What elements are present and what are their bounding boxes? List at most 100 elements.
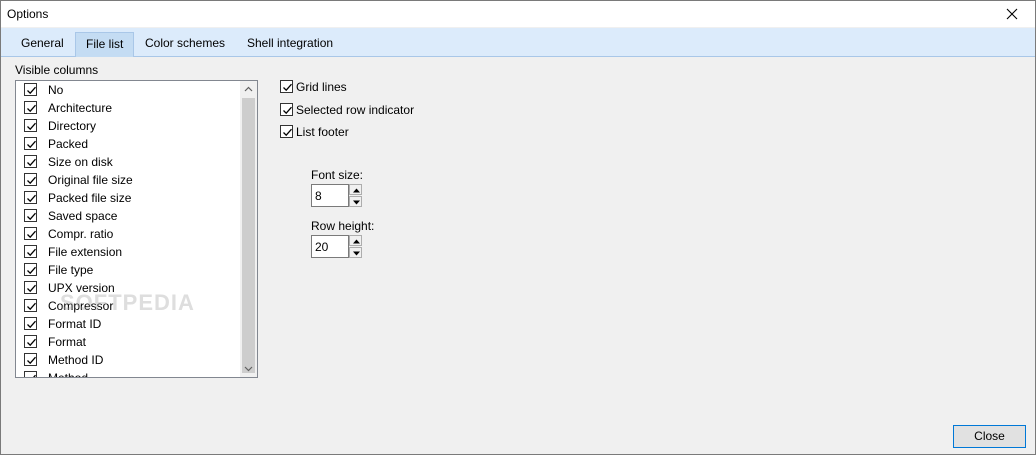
chevron-down-icon — [244, 366, 253, 372]
column-label: Saved space — [48, 209, 118, 223]
column-label: Directory — [48, 119, 97, 133]
row-height-increment[interactable] — [349, 235, 362, 246]
list-item[interactable]: No — [16, 81, 241, 99]
column-checkbox[interactable] — [24, 299, 37, 312]
column-label: Method ID — [48, 353, 104, 367]
list-item[interactable]: Saved space — [16, 207, 241, 225]
column-checkbox[interactable] — [24, 281, 37, 294]
column-label: Method — [48, 371, 88, 377]
column-label: Compr. ratio — [48, 227, 114, 241]
checkmark-icon — [27, 266, 36, 275]
tab-bar: General File list Color schemes Shell in… — [1, 28, 1035, 57]
column-checkbox[interactable] — [24, 101, 37, 114]
scroll-down-button[interactable] — [240, 360, 257, 377]
checkmark-icon — [27, 104, 36, 113]
column-checkbox[interactable] — [24, 173, 37, 186]
checkmark-icon — [27, 212, 36, 221]
column-checkbox[interactable] — [24, 371, 37, 377]
visible-columns-label: Visible columns — [15, 63, 99, 77]
column-checkbox[interactable] — [24, 137, 37, 150]
checkmark-icon — [27, 338, 36, 347]
column-label: Original file size — [48, 173, 133, 187]
column-checkbox[interactable] — [24, 209, 37, 222]
checkmark-icon — [27, 320, 36, 329]
font-size-input[interactable]: 8 — [311, 184, 349, 207]
tab-color-schemes[interactable]: Color schemes — [135, 32, 235, 57]
list-item[interactable]: File type — [16, 261, 241, 279]
row-height-decrement[interactable] — [349, 247, 362, 258]
checkmark-icon — [27, 248, 36, 257]
tab-file-list[interactable]: File list — [75, 32, 135, 57]
close-button[interactable]: Close — [953, 425, 1026, 448]
chevron-up-icon — [244, 86, 253, 92]
list-item[interactable]: Packed file size — [16, 189, 241, 207]
arrow-up-icon — [353, 239, 360, 244]
checkmark-icon — [27, 356, 36, 365]
selected-row-indicator-checkbox[interactable] — [280, 103, 293, 116]
list-footer-label: List footer — [296, 125, 349, 139]
column-label: Size on disk — [48, 155, 113, 169]
window-title: Options — [7, 7, 49, 21]
row-height-label: Row height: — [311, 219, 375, 233]
list-footer-checkbox[interactable] — [280, 125, 293, 138]
column-checkbox[interactable] — [24, 263, 37, 276]
window-close-button[interactable] — [989, 1, 1035, 27]
grid-lines-checkbox[interactable] — [280, 80, 293, 93]
list-item[interactable]: File extension — [16, 243, 241, 261]
column-label: Packed file size — [48, 191, 132, 205]
checkmark-icon — [27, 194, 36, 203]
column-checkbox[interactable] — [24, 83, 37, 96]
checkmark-icon — [27, 302, 36, 311]
column-checkbox[interactable] — [24, 227, 37, 240]
visible-columns-list[interactable]: No Architecture Directory Packed Size on dis… — [15, 80, 258, 378]
column-label: File extension — [48, 245, 123, 259]
scrollbar-thumb[interactable] — [242, 98, 255, 373]
arrow-down-icon — [353, 200, 360, 205]
column-checkbox[interactable] — [24, 335, 37, 348]
tab-shell-integration[interactable]: Shell integration — [237, 32, 343, 57]
column-checkbox[interactable] — [24, 317, 37, 330]
column-label: Format ID — [48, 317, 102, 331]
list-item[interactable]: Method ID — [16, 351, 241, 369]
checkmark-icon — [27, 86, 36, 95]
checkmark-icon — [283, 83, 292, 92]
checkmark-icon — [27, 140, 36, 149]
column-checkbox[interactable] — [24, 155, 37, 168]
column-checkbox[interactable] — [24, 353, 37, 366]
checkmark-icon — [27, 158, 36, 167]
arrow-up-icon — [353, 188, 360, 193]
list-item[interactable]: Architecture — [16, 99, 241, 117]
font-size-decrement[interactable] — [349, 196, 362, 207]
grid-lines-label: Grid lines — [296, 80, 347, 94]
font-size-spinner[interactable]: 8 — [311, 184, 364, 207]
title-bar: Options — [1, 1, 1035, 27]
column-checkbox[interactable] — [24, 191, 37, 204]
column-label: Format — [48, 335, 87, 349]
row-height-input[interactable]: 20 — [311, 235, 349, 258]
checkmark-icon — [283, 106, 292, 115]
list-item[interactable]: Packed — [16, 135, 241, 153]
list-item[interactable]: Directory — [16, 117, 241, 135]
row-height-spinner[interactable]: 20 — [311, 235, 364, 258]
list-item[interactable]: Format ID — [16, 315, 241, 333]
list-item[interactable]: Method — [16, 369, 241, 377]
watermark: SOFTPEDIA — [60, 290, 195, 315]
column-checkbox[interactable] — [24, 245, 37, 258]
tab-general[interactable]: General — [11, 32, 74, 57]
column-label: Architecture — [48, 101, 113, 115]
list-item[interactable]: Format — [16, 333, 241, 351]
list-item[interactable]: Compr. ratio — [16, 225, 241, 243]
font-size-label: Font size: — [311, 168, 364, 182]
font-size-increment[interactable] — [349, 184, 362, 195]
list-item[interactable]: Size on disk — [16, 153, 241, 171]
list-item[interactable]: Original file size — [16, 171, 241, 189]
scroll-up-button[interactable] — [240, 81, 257, 98]
checkmark-icon — [27, 122, 36, 131]
checkmark-icon — [283, 128, 292, 137]
column-label: No — [48, 83, 64, 97]
checkmark-icon — [27, 176, 36, 185]
checkmark-icon — [33, 374, 36, 377]
column-checkbox[interactable] — [24, 119, 37, 132]
checkmark-icon — [27, 230, 36, 239]
list-scrollbar[interactable] — [240, 81, 257, 377]
